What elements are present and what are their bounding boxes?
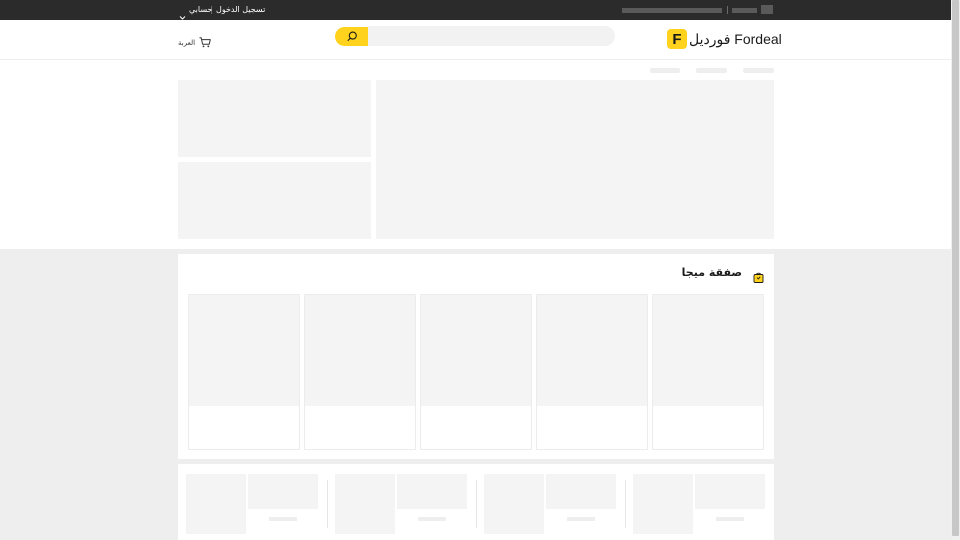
side-banner-placeholder[interactable] [178,162,371,239]
nav-item-placeholder[interactable] [743,68,774,73]
logo-mark: F [667,29,687,49]
top-bar: تسجيل الدخول حسابي [0,0,951,20]
product-image-placeholder [189,295,299,406]
category-label-placeholder [567,517,595,521]
category-image-placeholder[interactable] [397,474,467,509]
nav-item-placeholder[interactable] [650,68,680,73]
category-image-placeholder[interactable] [335,474,395,534]
divider [625,480,626,528]
account-link[interactable]: حسابي [189,4,212,16]
category-image-placeholder[interactable] [633,474,693,534]
side-banner-placeholder[interactable] [178,80,371,157]
hero-banner-placeholder[interactable] [376,80,774,239]
cart-icon [199,33,211,52]
product-card-placeholder[interactable] [536,294,648,450]
product-card-placeholder[interactable] [420,294,532,450]
product-card-placeholder[interactable] [188,294,300,450]
top-link-placeholder[interactable] [622,8,722,13]
logo-text: فوردیل Fordeal [689,30,782,47]
category-image-placeholder[interactable] [695,474,765,509]
section-title: صفقة ميجا [681,266,742,279]
product-image-placeholder [305,295,415,406]
divider [327,480,328,528]
category-image-placeholder[interactable] [248,474,318,509]
top-separator [727,6,728,14]
product-image-placeholder [537,295,647,406]
header: العربة F فوردیل Fordeal [0,20,951,60]
product-image-placeholder [653,295,763,406]
cart-button[interactable]: العربة [178,33,211,52]
vertical-scrollbar[interactable] [951,0,960,540]
category-image-placeholder[interactable] [546,474,616,509]
logo[interactable]: F فوردیل Fordeal [667,29,782,49]
search-input[interactable] [368,26,615,46]
category-image-placeholder[interactable] [186,474,246,534]
mega-deal-section: صفقة ميجا [178,254,774,459]
product-card-placeholder[interactable] [652,294,764,450]
product-card-placeholder[interactable] [304,294,416,450]
cart-label: العربة [178,38,196,47]
category-label-placeholder [418,517,446,521]
nav-item-placeholder[interactable] [696,68,727,73]
search-button[interactable] [335,27,369,46]
flag-placeholder[interactable] [761,5,773,14]
category-image-placeholder[interactable] [484,474,544,534]
language-placeholder[interactable] [732,8,757,13]
category-section [178,464,774,540]
category-label-placeholder [716,517,744,521]
search-icon [346,27,358,46]
category-label-placeholder [269,517,297,521]
scrollbar-thumb[interactable] [952,0,959,536]
login-link[interactable]: تسجيل الدخول [216,4,265,16]
shopping-bag-icon [753,268,764,287]
divider [476,480,477,528]
product-image-placeholder [421,295,531,406]
